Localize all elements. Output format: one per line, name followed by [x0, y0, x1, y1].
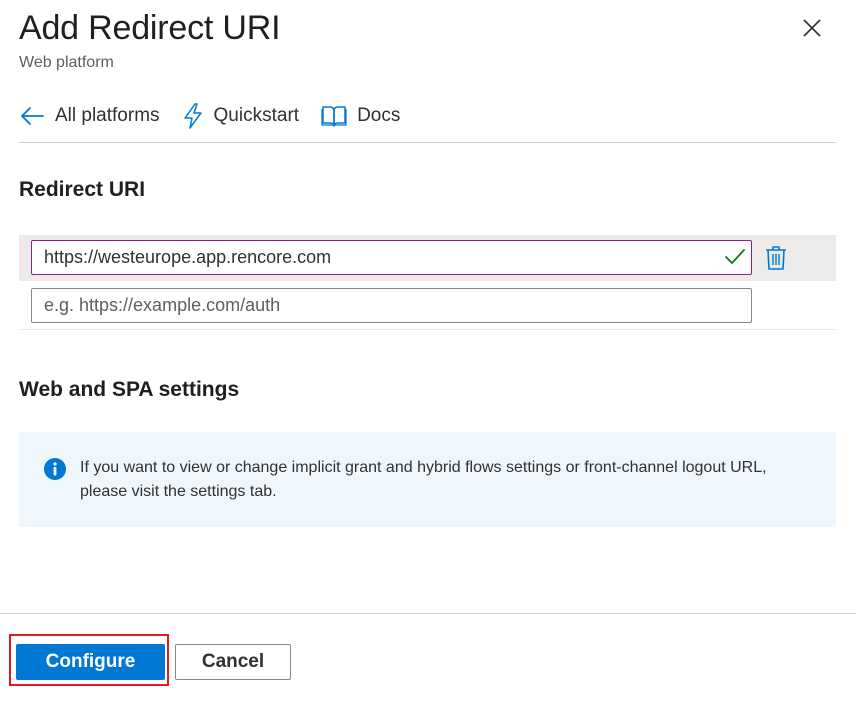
command-bar: All platforms Quickstart Docs — [19, 98, 422, 134]
web-spa-settings-heading: Web and SPA settings — [19, 378, 240, 401]
cancel-button[interactable]: Cancel — [175, 644, 291, 680]
close-icon — [803, 19, 821, 37]
configure-button[interactable]: Configure — [16, 644, 165, 680]
lightning-icon — [182, 103, 204, 129]
docs-label: Docs — [357, 105, 401, 126]
all-platforms-label: All platforms — [55, 105, 160, 126]
header-divider — [19, 142, 836, 143]
redirect-uri-heading: Redirect URI — [19, 178, 146, 201]
all-platforms-button[interactable]: All platforms — [19, 105, 160, 127]
quickstart-label: Quickstart — [213, 105, 300, 126]
trash-icon — [766, 246, 786, 270]
info-icon — [43, 457, 67, 486]
uri-list-divider — [19, 329, 836, 330]
delete-uri-button[interactable] — [764, 245, 788, 276]
close-button[interactable] — [796, 12, 828, 44]
arrow-left-icon — [19, 106, 45, 126]
footer-divider — [0, 613, 856, 614]
book-icon — [321, 104, 347, 128]
new-redirect-uri-input[interactable] — [31, 288, 752, 323]
panel-title: Add Redirect URI — [19, 9, 281, 47]
panel-subtitle: Web platform — [19, 54, 114, 71]
docs-button[interactable]: Docs — [321, 104, 400, 128]
info-message-text: If you want to view or change implicit g… — [80, 459, 767, 500]
info-message-bar: If you want to view or change implicit g… — [19, 432, 836, 527]
quickstart-button[interactable]: Quickstart — [182, 103, 300, 129]
redirect-uri-input[interactable] — [31, 240, 752, 275]
